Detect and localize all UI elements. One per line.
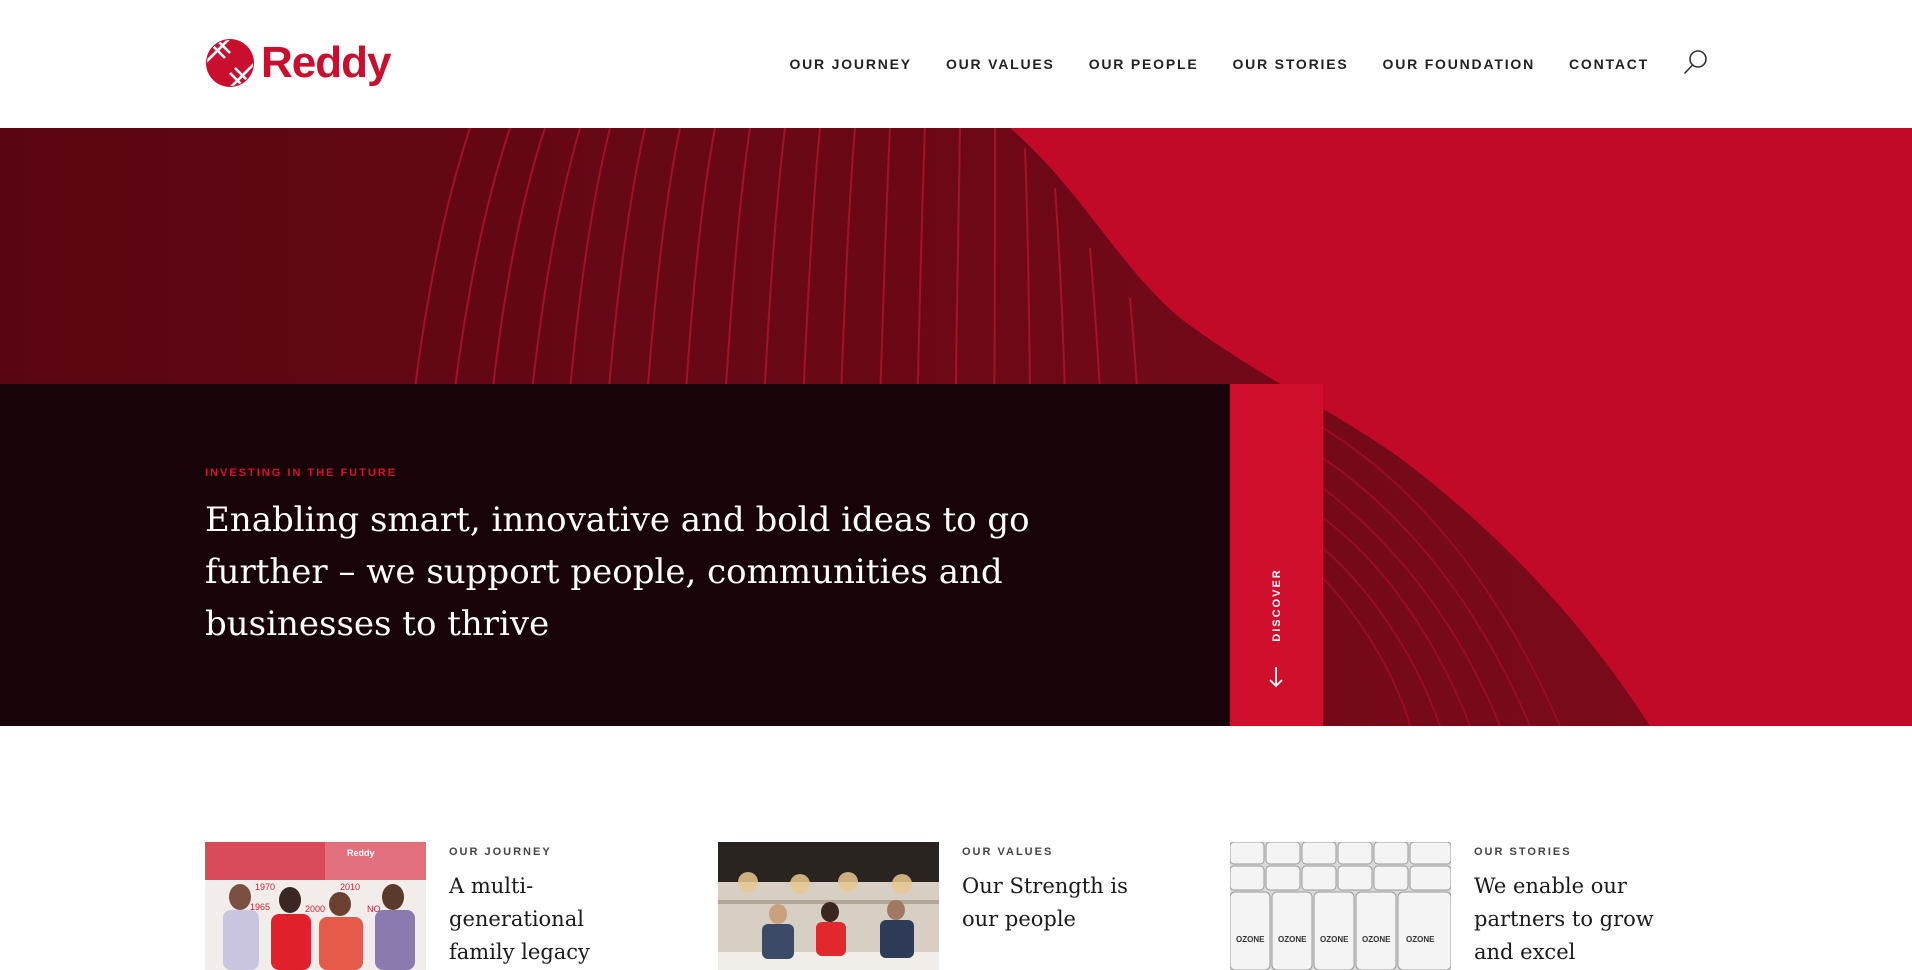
card-our-stories[interactable]: OZONE OZONE OZONE OZONE OZONE OUR STORIE…: [1230, 842, 1674, 970]
card-title: A multi-generational family legacy: [449, 874, 590, 964]
feature-cards: Reddy 1970 2010 1965 2000 NO OUR JOURNEY…: [0, 842, 1912, 970]
nav-item-our-values[interactable]: OUR VALUES: [946, 54, 1055, 74]
card-kicker: OUR STORIES: [1474, 846, 1572, 858]
card-kicker: OUR VALUES: [962, 846, 1054, 858]
hero-text-panel: INVESTING IN THE FUTURE Enabling smart, …: [0, 384, 1230, 726]
card-kicker: OUR JOURNEY: [449, 846, 552, 858]
hero-kicker: INVESTING IN THE FUTURE: [205, 467, 398, 479]
card-image-coffee-bags: OZONE OZONE OZONE OZONE OZONE: [1230, 842, 1451, 970]
nav-item-our-people[interactable]: OUR PEOPLE: [1089, 54, 1199, 74]
svg-text:OZONE: OZONE: [1236, 935, 1265, 944]
reddy-logo[interactable]: Reddy: [205, 38, 391, 88]
brand-name: Reddy: [261, 38, 391, 87]
discover-label: DISCOVER: [1270, 568, 1283, 642]
hero-section: INVESTING IN THE FUTURE Enabling smart, …: [0, 128, 1912, 726]
nav-item-our-stories[interactable]: OUR STORIES: [1232, 54, 1348, 74]
card-title: We enable our partners to grow and excel: [1474, 874, 1654, 964]
svg-text:2000: 2000: [305, 904, 325, 914]
arrow-down-icon: [1269, 667, 1283, 688]
card-image-meeting: [718, 842, 939, 970]
nav-item-our-foundation[interactable]: OUR FOUNDATION: [1383, 54, 1536, 74]
svg-text:OZONE: OZONE: [1278, 935, 1307, 944]
main-nav: OUR JOURNEY OUR VALUES OUR PEOPLE OUR ST…: [789, 54, 1649, 74]
svg-text:OZONE: OZONE: [1362, 935, 1391, 944]
reddy-logo-icon: [206, 39, 254, 87]
card-our-values[interactable]: OUR VALUES Our Strength is our people: [718, 842, 1162, 970]
nav-item-contact[interactable]: CONTACT: [1569, 54, 1649, 74]
card-our-journey[interactable]: Reddy 1970 2010 1965 2000 NO OUR JOURNEY…: [205, 842, 649, 970]
site-header: Reddy OUR JOURNEY OUR VALUES OUR PEOPLE …: [0, 0, 1912, 128]
hero-title: Enabling smart, innovative and bold idea…: [205, 500, 1030, 644]
svg-text:1970: 1970: [255, 882, 275, 892]
discover-button[interactable]: DISCOVER: [1230, 384, 1323, 726]
svg-text:OZONE: OZONE: [1320, 935, 1349, 944]
svg-text:2010: 2010: [340, 882, 360, 892]
card-image-family: Reddy 1970 2010 1965 2000 NO: [205, 842, 426, 970]
nav-item-our-journey[interactable]: OUR JOURNEY: [789, 54, 911, 74]
card-title: Our Strength is our people: [962, 874, 1128, 931]
search-icon[interactable]: [1682, 48, 1710, 76]
svg-text:OZONE: OZONE: [1406, 935, 1435, 944]
svg-text:Reddy: Reddy: [347, 848, 375, 858]
